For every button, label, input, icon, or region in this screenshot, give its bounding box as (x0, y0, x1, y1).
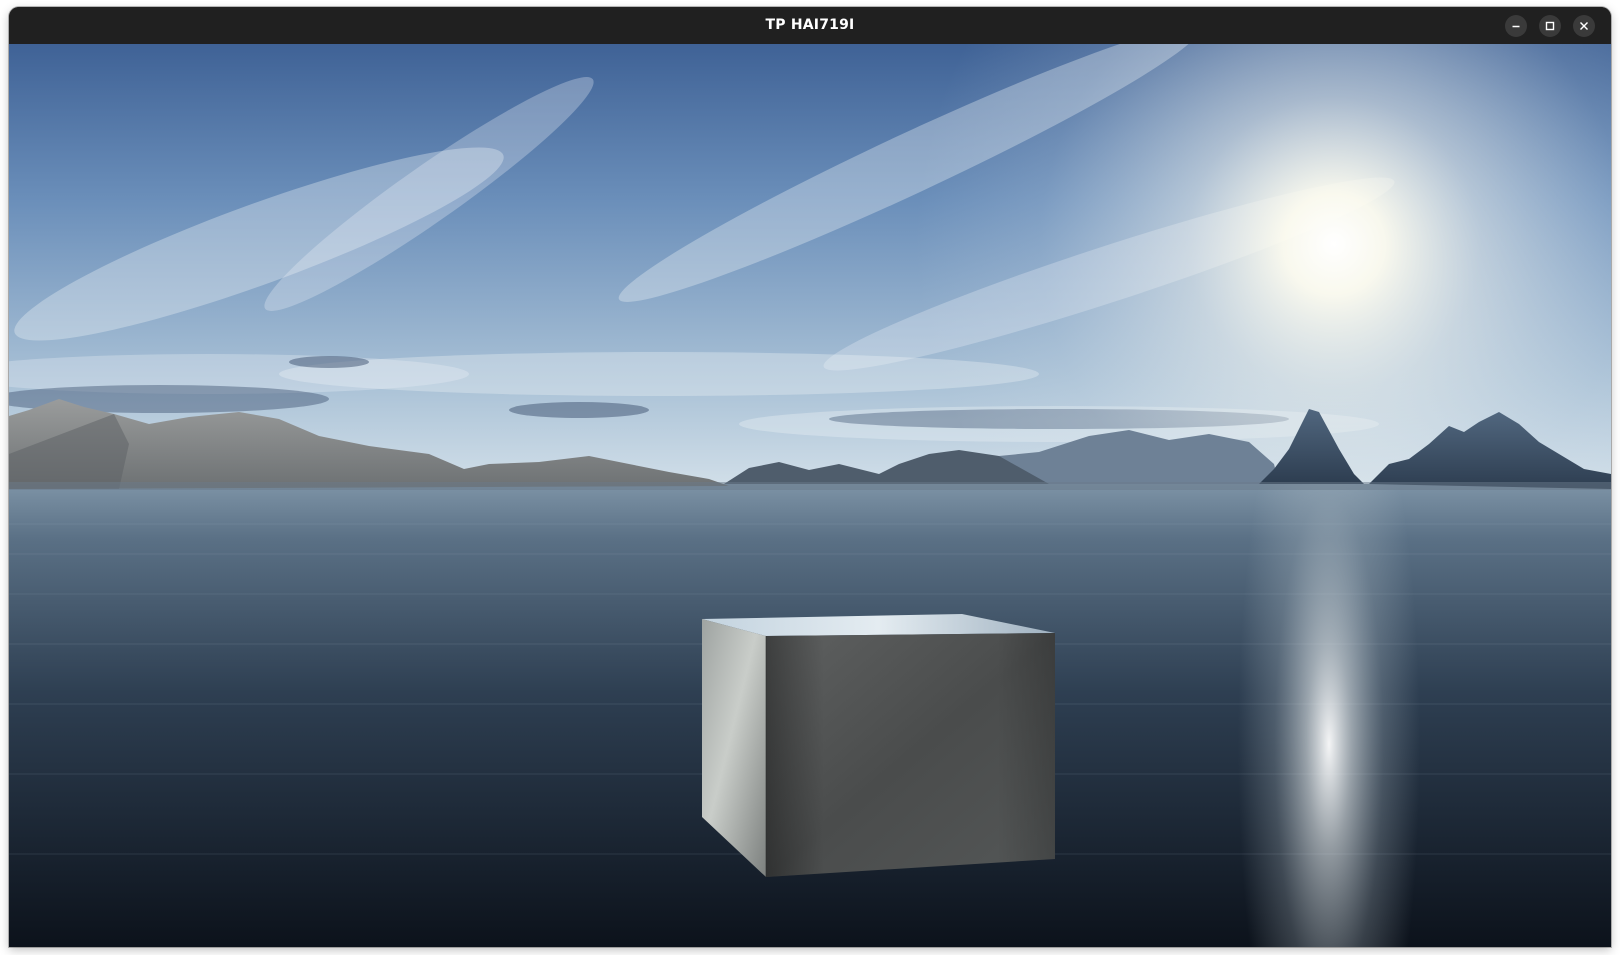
minimize-icon (1512, 25, 1520, 28)
window-title: TP HAI719I (765, 17, 855, 33)
maximize-button[interactable] (1539, 15, 1561, 37)
render-viewport[interactable] (9, 44, 1611, 947)
minimize-button[interactable] (1505, 15, 1527, 37)
app-window: TP HAI719I (9, 7, 1611, 947)
cube-front-shading (766, 633, 1055, 877)
maximize-icon (1545, 21, 1555, 31)
skybox-scene (9, 44, 1611, 947)
close-button[interactable] (1573, 15, 1595, 37)
sun-reflection (1109, 484, 1549, 947)
reflective-cube (702, 614, 1055, 877)
title-bar[interactable]: TP HAI719I (9, 7, 1611, 44)
close-icon (1580, 22, 1588, 30)
horizon-line (9, 482, 1611, 490)
